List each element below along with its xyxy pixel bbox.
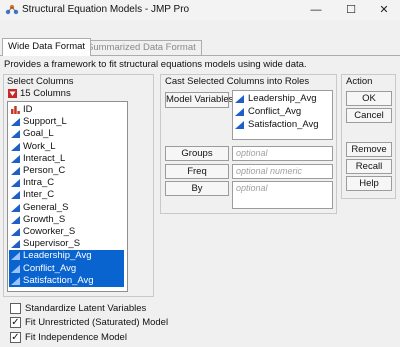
collapse-triangle-icon[interactable] xyxy=(8,89,17,98)
checkmark-icon: ✓ xyxy=(11,332,20,343)
continuous-triangle-icon xyxy=(11,228,20,236)
continuous-triangle-icon xyxy=(11,264,20,273)
freq-placeholder: optional numeric xyxy=(236,166,303,176)
select-columns-title: Select Columns xyxy=(7,76,74,87)
list-item[interactable]: Satisfaction_Avg xyxy=(235,119,331,131)
maximize-button[interactable]: ☐ xyxy=(336,0,366,20)
list-item[interactable]: Inter_C xyxy=(9,189,124,201)
continuous-triangle-icon xyxy=(11,203,20,212)
continuous-triangle-icon xyxy=(11,130,20,139)
by-placeholder: optional xyxy=(236,183,268,193)
groups-placeholder: optional xyxy=(236,148,268,158)
list-item[interactable]: Leadership_Avg xyxy=(235,93,331,105)
standardize-latent-label: Standardize Latent Variables xyxy=(25,303,147,314)
list-item-selected[interactable]: Satisfaction_Avg xyxy=(9,274,124,287)
list-item[interactable]: Goal_L xyxy=(9,128,124,140)
continuous-triangle-icon xyxy=(11,179,20,188)
by-field[interactable]: optional xyxy=(232,181,333,209)
continuous-triangle-icon xyxy=(11,276,20,285)
continuous-triangle-icon xyxy=(11,167,20,175)
list-item[interactable]: Intra_C xyxy=(9,177,124,189)
minimize-button[interactable]: — xyxy=(301,0,331,20)
tab-summarized-data-format[interactable]: Summarized Data Format xyxy=(81,40,202,55)
continuous-triangle-icon xyxy=(11,154,20,163)
list-item[interactable]: Interact_L xyxy=(9,153,124,165)
by-button[interactable]: By xyxy=(165,181,229,196)
list-item-selected[interactable]: Leadership_Avg xyxy=(9,250,124,263)
continuous-triangle-icon xyxy=(11,191,20,200)
freq-field[interactable]: optional numeric xyxy=(232,164,333,179)
list-item-selected[interactable]: Conflict_Avg xyxy=(9,262,124,275)
continuous-triangle-icon xyxy=(235,121,244,129)
continuous-triangle-icon xyxy=(11,240,20,249)
description-text: Provides a framework to fit structural e… xyxy=(4,59,307,70)
nominal-bar-icon xyxy=(11,106,20,114)
standardize-latent-checkbox[interactable] xyxy=(10,303,21,314)
groups-field[interactable]: optional xyxy=(232,146,333,161)
list-item[interactable]: Supervisor_S xyxy=(9,238,124,250)
continuous-triangle-icon xyxy=(11,118,20,127)
list-item[interactable]: Coworker_S xyxy=(9,226,124,238)
fit-unrestricted-label: Fit Unrestricted (Saturated) Model xyxy=(25,317,169,328)
continuous-triangle-icon xyxy=(235,95,244,103)
cancel-button[interactable]: Cancel xyxy=(346,108,392,123)
window-title: Structural Equation Models - JMP Pro xyxy=(22,4,190,15)
groups-button[interactable]: Groups xyxy=(165,146,229,161)
fit-independence-checkbox[interactable]: ✓ xyxy=(10,332,21,343)
tab-wide-data-format[interactable]: Wide Data Format xyxy=(2,38,92,56)
fit-independence-label: Fit Independence Model xyxy=(25,332,127,343)
freq-button[interactable]: Freq xyxy=(165,164,229,179)
ok-button[interactable]: OK xyxy=(346,91,392,106)
list-item[interactable]: Work_L xyxy=(9,141,124,153)
column-count-label: 15 Columns xyxy=(20,88,71,99)
list-item[interactable]: General_S xyxy=(9,202,124,214)
continuous-triangle-icon xyxy=(11,252,20,261)
jmp-app-icon xyxy=(5,4,19,15)
continuous-triangle-icon xyxy=(235,108,244,116)
list-item[interactable]: Growth_S xyxy=(9,214,124,226)
cast-roles-title: Cast Selected Columns into Roles xyxy=(165,76,310,87)
remove-button[interactable]: Remove xyxy=(346,142,392,157)
help-button[interactable]: Help xyxy=(346,176,392,191)
fit-unrestricted-checkbox[interactable]: ✓ xyxy=(10,317,21,328)
recall-button[interactable]: Recall xyxy=(346,159,392,174)
action-title: Action xyxy=(346,76,373,87)
list-item[interactable]: Person_C xyxy=(9,165,124,177)
list-item[interactable]: Conflict_Avg xyxy=(235,106,331,118)
continuous-triangle-icon xyxy=(11,215,20,224)
close-button[interactable]: ✕ xyxy=(369,0,399,20)
list-item[interactable]: Support_L xyxy=(9,116,124,128)
list-item[interactable]: ID xyxy=(9,104,124,116)
checkmark-icon: ✓ xyxy=(11,317,20,328)
continuous-triangle-icon xyxy=(11,142,20,151)
model-variables-button[interactable]: Model Variables xyxy=(165,92,233,108)
